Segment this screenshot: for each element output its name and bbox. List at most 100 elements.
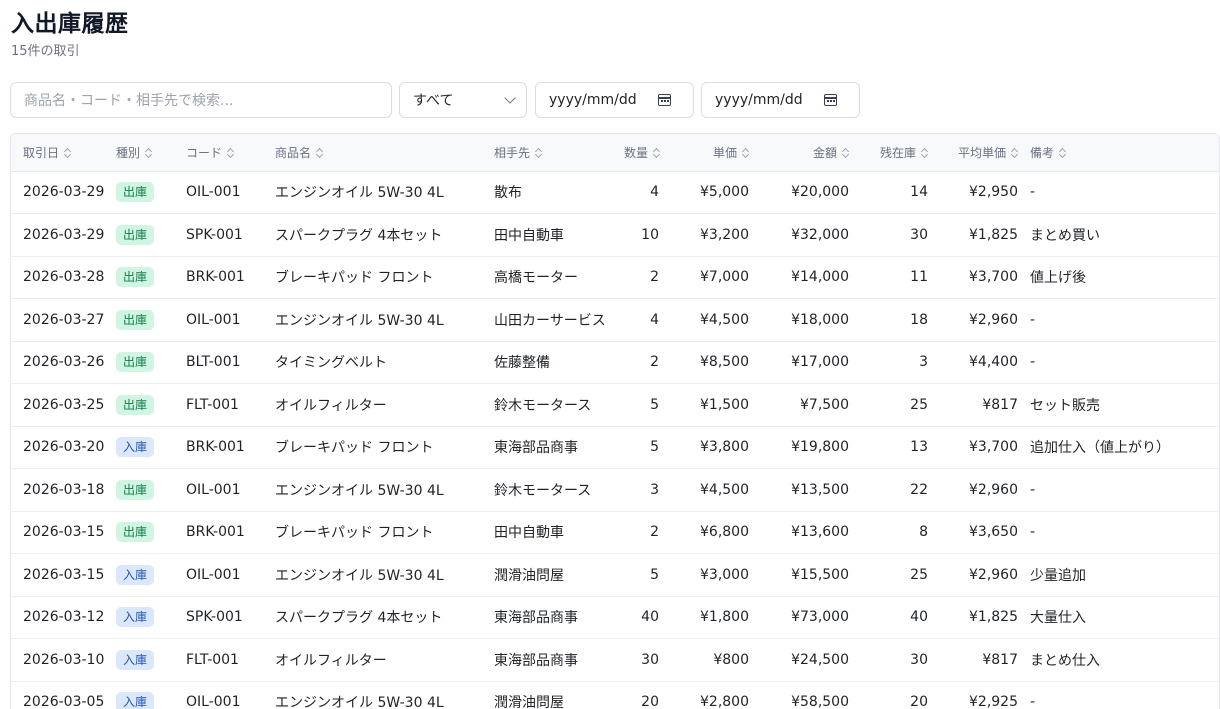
- column-header-name[interactable]: 商品名: [275, 134, 494, 172]
- cell-name: ブレーキパッド フロント: [275, 426, 494, 469]
- transactions-table: 取引日 種別 コード 商品名 相手先 数量 単価 金額 残在庫 平均単価 備考 2026-03-29…: [10, 133, 1220, 709]
- column-header-avg[interactable]: 平均単価: [940, 134, 1030, 172]
- calendar-icon[interactable]: [824, 94, 837, 106]
- cell-price: ¥3,800: [671, 426, 761, 469]
- table-row[interactable]: 2026-03-25 出庫 FLT-001 オイルフィルター 鈴木モータース 5 ¥1,50…: [11, 383, 1219, 427]
- date-to-placeholder: yyyy/mm/dd: [715, 92, 803, 108]
- type-badge: 出庫: [116, 479, 155, 500]
- column-header-code[interactable]: コード: [186, 134, 275, 172]
- column-header-amount[interactable]: 金額: [761, 134, 861, 172]
- cell-stock: 40: [861, 596, 940, 639]
- date-from-placeholder: yyyy/mm/dd: [549, 92, 637, 108]
- cell-qty: 4: [624, 298, 671, 342]
- column-header-qty[interactable]: 数量: [624, 134, 671, 172]
- table-row[interactable]: 2026-03-26 出庫 BLT-001 タイミングベルト 佐藤整備 2 ¥8,500 ¥1…: [11, 341, 1219, 384]
- cell-date: 2026-03-29: [11, 171, 116, 214]
- sort-icon[interactable]: [922, 148, 928, 158]
- cell-qty: 2: [624, 256, 671, 299]
- cell-note: -: [1030, 511, 1219, 554]
- cell-amount: ¥20,000: [761, 171, 861, 214]
- table-body: 2026-03-29 出庫 OIL-001 エンジンオイル 5W-30 4L 散布 4 ¥5…: [11, 171, 1219, 709]
- cell-code: BRK-001: [186, 511, 275, 554]
- table-row[interactable]: 2026-03-10 入庫 FLT-001 オイルフィルター 東海部品商事 30 ¥800 ¥…: [11, 638, 1219, 682]
- table-row[interactable]: 2026-03-29 出庫 OIL-001 エンジンオイル 5W-30 4L 散布 4 ¥5…: [11, 171, 1219, 214]
- column-header-label: 種別: [116, 145, 141, 160]
- cell-type: 出庫: [116, 213, 186, 257]
- cell-partner: 潤滑油問屋: [494, 681, 624, 709]
- cell-partner: 高橋モーター: [494, 256, 624, 299]
- cell-code: OIL-001: [186, 553, 275, 597]
- column-header-partner[interactable]: 相手先: [494, 134, 624, 172]
- sort-icon[interactable]: [1012, 148, 1018, 158]
- sort-icon[interactable]: [228, 148, 234, 158]
- chevron-down-icon: [504, 92, 516, 104]
- column-header-label: 平均単価: [957, 145, 1006, 160]
- cell-avg: ¥817: [940, 383, 1030, 427]
- cell-amount: ¥18,000: [761, 298, 861, 342]
- column-header-label: 単価: [712, 145, 737, 160]
- table-row[interactable]: 2026-03-05 入庫 OIL-001 エンジンオイル 5W-30 4L 潤滑油問屋…: [11, 681, 1219, 709]
- date-from-input[interactable]: yyyy/mm/dd: [535, 82, 694, 118]
- cell-stock: 8: [861, 511, 940, 554]
- cell-amount: ¥13,600: [761, 511, 861, 554]
- cell-stock: 20: [861, 681, 940, 709]
- column-header-label: コード: [186, 145, 223, 160]
- column-header-stock[interactable]: 残在庫: [861, 134, 940, 172]
- type-badge: 出庫: [116, 267, 155, 288]
- sort-icon[interactable]: [1060, 148, 1066, 158]
- column-header-type[interactable]: 種別: [116, 134, 186, 172]
- cell-code: SPK-001: [186, 213, 275, 257]
- cell-amount: ¥7,500: [761, 383, 861, 427]
- table-row[interactable]: 2026-03-18 出庫 OIL-001 エンジンオイル 5W-30 4L 鈴木モータ…: [11, 468, 1219, 512]
- sort-icon[interactable]: [654, 148, 660, 158]
- cell-stock: 25: [861, 553, 940, 597]
- cell-stock: 11: [861, 256, 940, 299]
- type-badge: 入庫: [116, 564, 155, 585]
- cell-code: OIL-001: [186, 171, 275, 214]
- cell-price: ¥800: [671, 638, 761, 682]
- cell-code: OIL-001: [186, 298, 275, 342]
- sort-icon[interactable]: [146, 148, 152, 158]
- column-header-label: 金額: [812, 145, 837, 160]
- cell-name: オイルフィルター: [275, 638, 494, 682]
- sort-icon[interactable]: [743, 148, 749, 158]
- column-header-note[interactable]: 備考: [1030, 134, 1219, 172]
- cell-name: タイミングベルト: [275, 341, 494, 384]
- cell-date: 2026-03-15: [11, 553, 116, 597]
- sort-icon[interactable]: [536, 148, 542, 158]
- cell-name: ブレーキパッド フロント: [275, 256, 494, 299]
- cell-price: ¥8,500: [671, 341, 761, 384]
- search-input[interactable]: 商品名・コード・相手先で検索...: [10, 82, 392, 118]
- cell-date: 2026-03-18: [11, 468, 116, 512]
- column-header-date[interactable]: 取引日: [11, 134, 116, 172]
- table-row[interactable]: 2026-03-12 入庫 SPK-001 スパークプラグ 4本セット 東海部品商事 40…: [11, 596, 1219, 639]
- type-badge: 入庫: [116, 607, 155, 628]
- column-header-price[interactable]: 単価: [671, 134, 761, 172]
- cell-type: 入庫: [116, 638, 186, 682]
- sort-icon[interactable]: [843, 148, 849, 158]
- cell-partner: 東海部品商事: [494, 596, 624, 639]
- cell-type: 出庫: [116, 383, 186, 427]
- table-row[interactable]: 2026-03-15 入庫 OIL-001 エンジンオイル 5W-30 4L 潤滑油問屋…: [11, 553, 1219, 597]
- table-row[interactable]: 2026-03-20 入庫 BRK-001 ブレーキパッド フロント 東海部品商事 5 ¥3…: [11, 426, 1219, 469]
- sort-icon[interactable]: [317, 148, 323, 158]
- date-to-input[interactable]: yyyy/mm/dd: [701, 82, 860, 118]
- cell-partner: 田中自動車: [494, 511, 624, 554]
- type-select[interactable]: すべて: [399, 82, 527, 118]
- table-row[interactable]: 2026-03-15 出庫 BRK-001 ブレーキパッド フロント 田中自動車 2 ¥6,…: [11, 511, 1219, 554]
- table-row[interactable]: 2026-03-27 出庫 OIL-001 エンジンオイル 5W-30 4L 山田カーサ…: [11, 298, 1219, 342]
- cell-code: SPK-001: [186, 596, 275, 639]
- cell-amount: ¥24,500: [761, 638, 861, 682]
- cell-date: 2026-03-26: [11, 341, 116, 384]
- cell-date: 2026-03-27: [11, 298, 116, 342]
- cell-stock: 13: [861, 426, 940, 469]
- cell-note: -: [1030, 298, 1219, 342]
- sort-icon[interactable]: [65, 148, 71, 158]
- cell-avg: ¥817: [940, 638, 1030, 682]
- cell-name: エンジンオイル 5W-30 4L: [275, 171, 494, 214]
- cell-code: BRK-001: [186, 426, 275, 469]
- table-row[interactable]: 2026-03-29 出庫 SPK-001 スパークプラグ 4本セット 田中自動車 10 ¥…: [11, 213, 1219, 257]
- calendar-icon[interactable]: [658, 94, 671, 106]
- cell-note: -: [1030, 681, 1219, 709]
- table-row[interactable]: 2026-03-28 出庫 BRK-001 ブレーキパッド フロント 高橋モーター 2 ¥7…: [11, 256, 1219, 299]
